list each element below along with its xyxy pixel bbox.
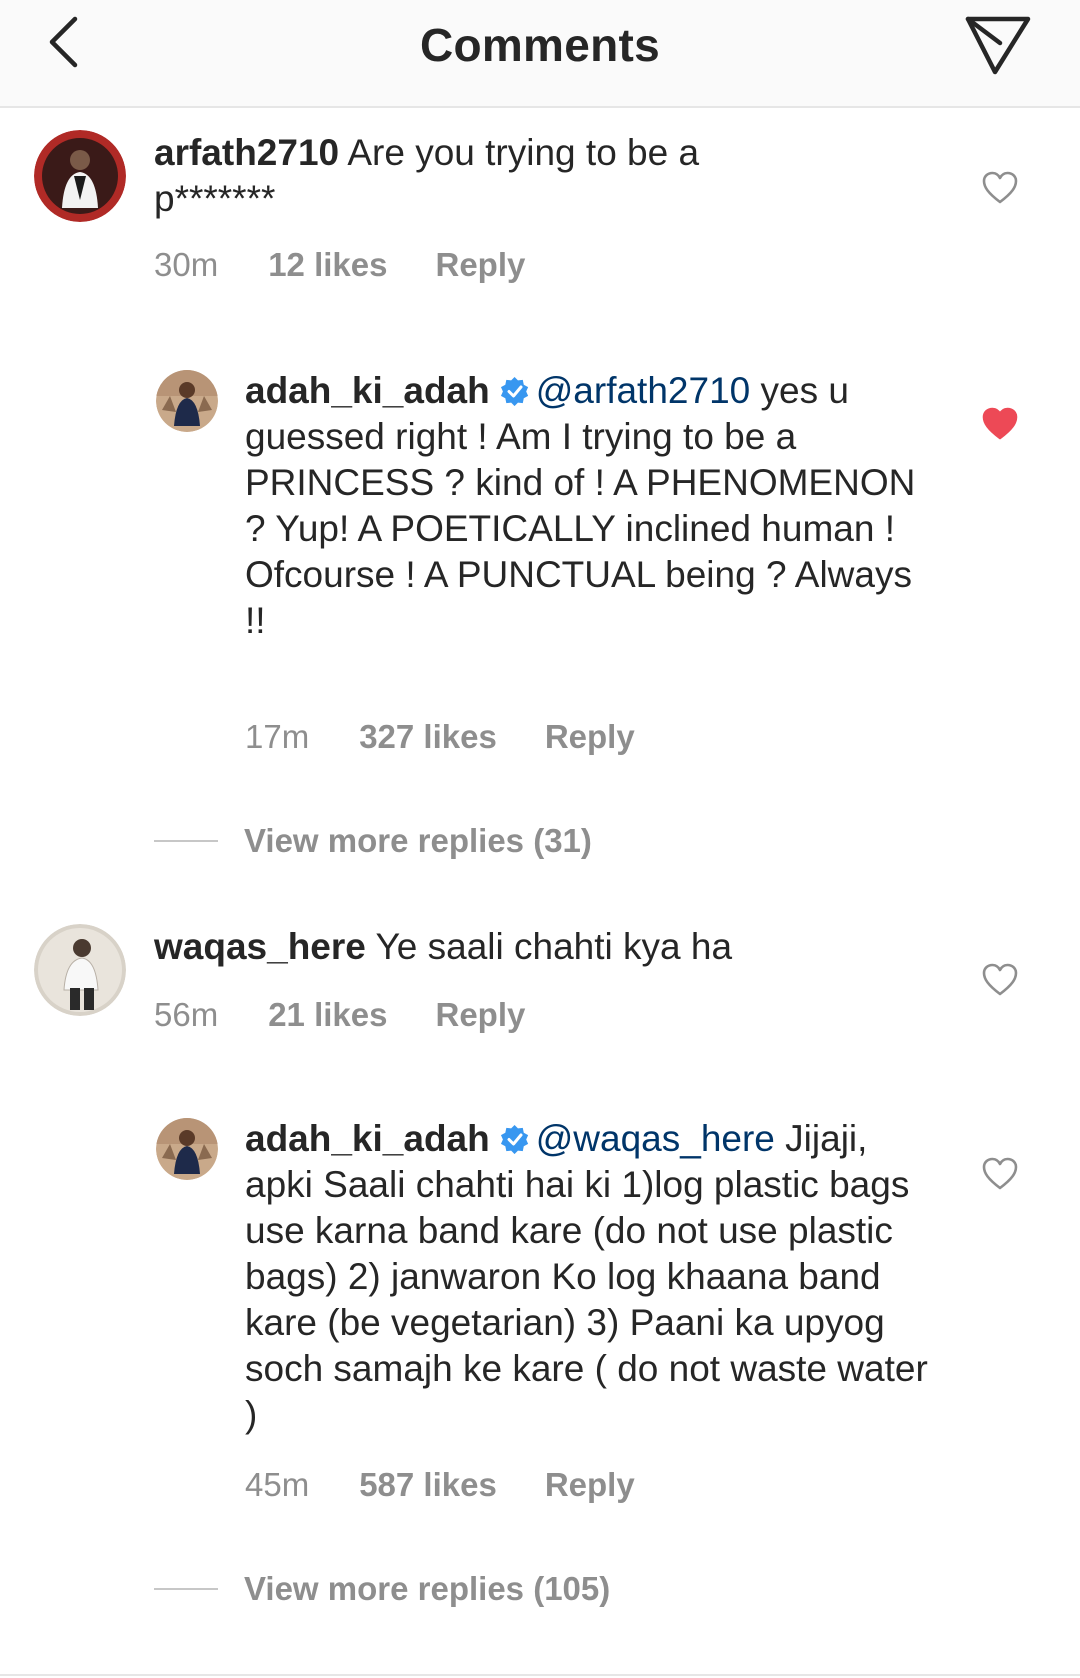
comment-username[interactable]: arfath2710	[154, 132, 339, 173]
reply-button[interactable]: Reply	[435, 996, 525, 1034]
reply-likes[interactable]: 327 likes	[359, 718, 497, 756]
reply-button[interactable]: Reply	[545, 718, 635, 756]
share-button[interactable]	[962, 12, 1034, 78]
heart-icon[interactable]	[980, 168, 1020, 208]
comment-likes[interactable]: 21 likes	[268, 996, 387, 1034]
reply-likes[interactable]: 587 likes	[359, 1466, 497, 1504]
reply-button[interactable]: Reply	[545, 1466, 635, 1504]
heart-icon[interactable]	[980, 1154, 1020, 1194]
bottom-divider	[0, 1674, 1080, 1676]
avatar-image	[156, 370, 218, 432]
reply-button[interactable]: Reply	[435, 246, 525, 284]
divider-line	[154, 1588, 218, 1590]
reply-body: adah_ki_adah @waqas_here Jijaji, apki Saa…	[245, 1116, 935, 1438]
reply-meta: 45m 587 likes Reply	[245, 1466, 635, 1504]
reply-meta: 17m 327 likes Reply	[245, 718, 635, 756]
heart-icon[interactable]	[980, 960, 1020, 1000]
header-bar: Comments	[0, 0, 1080, 108]
avatar-image	[156, 1118, 218, 1180]
view-more-label: View more replies (31)	[244, 822, 592, 859]
reply-body: adah_ki_adah @arfath2710 yes u guessed ri…	[245, 368, 925, 644]
reply-mention[interactable]: @waqas_here	[536, 1118, 775, 1159]
avatar-image	[34, 130, 126, 222]
view-more-replies[interactable]: View more replies (31)	[154, 822, 592, 860]
comment-meta: 56m 21 likes Reply	[154, 996, 525, 1034]
verified-badge-icon	[500, 1124, 528, 1154]
page-title: Comments	[419, 19, 661, 71]
heart-icon[interactable]	[980, 404, 1020, 444]
avatar[interactable]	[156, 370, 218, 432]
avatar-image	[34, 924, 126, 1016]
comment-meta: 30m 12 likes Reply	[154, 246, 525, 284]
avatar[interactable]	[156, 1118, 218, 1180]
reply-time: 17m	[245, 718, 310, 755]
comment-time: 56m	[154, 996, 219, 1033]
divider-line	[154, 840, 218, 842]
avatar[interactable]	[34, 130, 126, 222]
comment-body: waqas_here Ye saali chahti kya ha	[154, 924, 874, 970]
reply-username[interactable]: adah_ki_adah	[245, 370, 490, 411]
verified-badge-icon	[500, 376, 528, 406]
comment-body: arfath2710 Are you trying to be a p*****…	[154, 130, 774, 222]
reply-username[interactable]: adah_ki_adah	[245, 1118, 490, 1159]
view-more-label: View more replies (105)	[244, 1570, 611, 1607]
comment-likes[interactable]: 12 likes	[268, 246, 387, 284]
reply-time: 45m	[245, 1466, 310, 1503]
reply-mention[interactable]: @arfath2710	[536, 370, 750, 411]
comment-text: Ye saali chahti kya ha	[375, 926, 733, 967]
view-more-replies[interactable]: View more replies (105)	[154, 1570, 610, 1608]
reply-text: Jijaji, apki Saali chahti hai ki 1)log p…	[245, 1118, 928, 1435]
comment-time: 30m	[154, 246, 219, 283]
comment-username[interactable]: waqas_here	[154, 926, 366, 967]
paper-plane-icon	[965, 16, 1031, 75]
avatar[interactable]	[34, 924, 126, 1016]
